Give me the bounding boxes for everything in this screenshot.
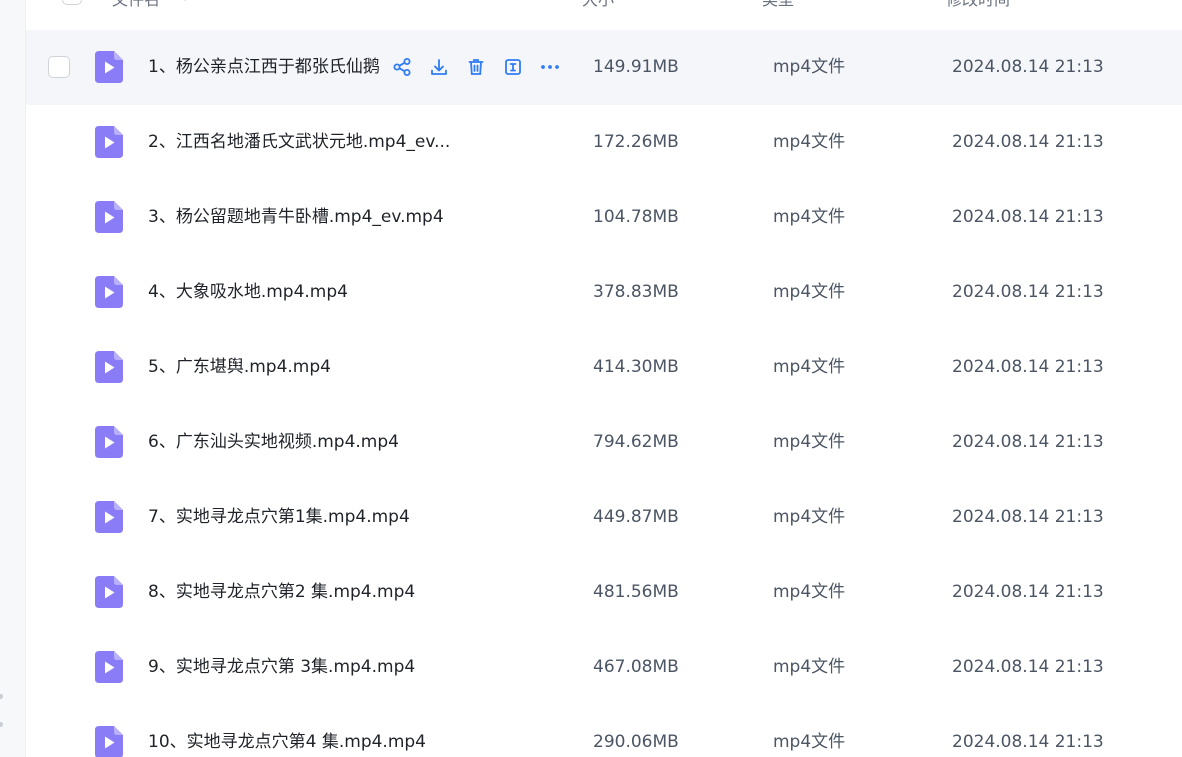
file-modified-time: 2024.08.14 21:13 — [952, 282, 1104, 302]
file-modified-time: 2024.08.14 21:13 — [952, 732, 1104, 752]
file-name[interactable]: 6、广东汕头实地视频.mp4.mp4 — [148, 431, 399, 453]
left-sidebar-edge — [0, 0, 26, 757]
video-file-icon — [95, 651, 123, 683]
file-type: mp4文件 — [773, 657, 846, 677]
file-size: 149.91MB — [593, 57, 679, 77]
table-row[interactable]: 4、大象吸水地.mp4.mp4 378.83MB mp4文件 2024.08.14 2… — [26, 255, 1182, 330]
file-modified-time: 2024.08.14 21:13 — [952, 507, 1104, 527]
table-row[interactable]: 8、实地寻龙点穴第2 集.mp4.mp4 481.56MB mp4文件 2024.08… — [26, 555, 1182, 630]
video-file-icon — [95, 426, 123, 458]
file-type: mp4文件 — [773, 207, 846, 227]
file-type: mp4文件 — [773, 357, 846, 377]
file-modified-time: 2024.08.14 21:13 — [952, 582, 1104, 602]
file-type: mp4文件 — [773, 732, 846, 752]
video-file-icon — [95, 126, 123, 158]
file-type: mp4文件 — [773, 507, 846, 527]
file-modified-time: 2024.08.14 21:13 — [952, 57, 1104, 77]
table-row[interactable]: 9、实地寻龙点穴第 3集.mp4.mp4 467.08MB mp4文件 2024.08… — [26, 630, 1182, 705]
select-all-checkbox[interactable] — [62, 0, 82, 5]
column-header-type[interactable]: 类型 — [762, 0, 794, 10]
file-name[interactable]: 9、实地寻龙点穴第 3集.mp4.mp4 — [148, 656, 415, 678]
video-file-icon — [95, 351, 123, 383]
file-modified-time: 2024.08.14 21:13 — [952, 207, 1104, 227]
video-file-icon — [95, 576, 123, 608]
file-size: 449.87MB — [593, 507, 679, 527]
download-icon[interactable] — [427, 55, 451, 79]
row-checkbox[interactable] — [48, 56, 70, 78]
table-row[interactable]: 5、广东堪舆.mp4.mp4 414.30MB mp4文件 2024.08.14 21… — [26, 330, 1182, 405]
video-file-icon — [95, 51, 123, 83]
file-type: mp4文件 — [773, 282, 846, 302]
file-size: 290.06MB — [593, 732, 679, 752]
file-name[interactable]: 4、大象吸水地.mp4.mp4 — [148, 281, 348, 303]
table-row[interactable]: 1、杨公亲点江西于都张氏仙鹅 149.91MB mp4文件 2024.08.14 21… — [26, 30, 1182, 105]
sort-icon[interactable]: ♦ — [178, 0, 192, 5]
file-type: mp4文件 — [773, 432, 846, 452]
file-size: 378.83MB — [593, 282, 679, 302]
file-size: 104.78MB — [593, 207, 679, 227]
file-name[interactable]: 8、实地寻龙点穴第2 集.mp4.mp4 — [148, 581, 415, 603]
file-table-body: 1、杨公亲点江西于都张氏仙鹅 149.91MB mp4文件 2024.08.14 21… — [26, 30, 1182, 757]
file-type: mp4文件 — [773, 57, 846, 77]
delete-icon[interactable] — [464, 55, 488, 79]
row-actions — [390, 55, 562, 79]
file-modified-time: 2024.08.14 21:13 — [952, 432, 1104, 452]
rename-icon[interactable] — [501, 55, 525, 79]
table-row[interactable]: 6、广东汕头实地视频.mp4.mp4 794.62MB mp4文件 2024.08.1… — [26, 405, 1182, 480]
column-header-name[interactable]: 文件名 — [112, 0, 160, 10]
video-file-icon — [95, 726, 123, 757]
table-header: 文件名 ♦ 大小 类型 修改时间 — [26, 0, 1182, 12]
column-header-size[interactable]: 大小 — [582, 0, 614, 10]
file-name[interactable]: 2、江西名地潘氏文武状元地.mp4_ev... — [148, 131, 450, 153]
file-name[interactable]: 3、杨公留题地青牛卧槽.mp4_ev.mp4 — [148, 206, 444, 228]
file-size: 414.30MB — [593, 357, 679, 377]
share-icon[interactable] — [390, 55, 414, 79]
file-modified-time: 2024.08.14 21:13 — [952, 657, 1104, 677]
column-header-modified[interactable]: 修改时间 — [946, 0, 1010, 10]
file-size: 467.08MB — [593, 657, 679, 677]
file-size: 172.26MB — [593, 132, 679, 152]
scroll-dot — [0, 722, 3, 727]
video-file-icon — [95, 501, 123, 533]
file-size: 481.56MB — [593, 582, 679, 602]
file-modified-time: 2024.08.14 21:13 — [952, 132, 1104, 152]
table-row[interactable]: 3、杨公留题地青牛卧槽.mp4_ev.mp4 104.78MB mp4文件 2024.… — [26, 180, 1182, 255]
file-size: 794.62MB — [593, 432, 679, 452]
table-row[interactable]: 7、实地寻龙点穴第1集.mp4.mp4 449.87MB mp4文件 2024.08.… — [26, 480, 1182, 555]
file-name[interactable]: 5、广东堪舆.mp4.mp4 — [148, 356, 331, 378]
file-name[interactable]: 7、实地寻龙点穴第1集.mp4.mp4 — [148, 506, 410, 528]
file-name[interactable]: 1、杨公亲点江西于都张氏仙鹅 — [148, 56, 384, 78]
table-row[interactable]: 2、江西名地潘氏文武状元地.mp4_ev... 172.26MB mp4文件 2024… — [26, 105, 1182, 180]
more-icon[interactable] — [538, 55, 562, 79]
video-file-icon — [95, 276, 123, 308]
file-type: mp4文件 — [773, 132, 846, 152]
scroll-dot — [0, 694, 3, 699]
file-list-view: 文件名 ♦ 大小 类型 修改时间 1、杨公亲点江西于都张氏仙鹅 149.91MB m… — [0, 0, 1182, 757]
file-modified-time: 2024.08.14 21:13 — [952, 357, 1104, 377]
table-row[interactable]: 10、实地寻龙点穴第4 集.mp4.mp4 290.06MB mp4文件 2024.0… — [26, 705, 1182, 757]
file-name[interactable]: 10、实地寻龙点穴第4 集.mp4.mp4 — [148, 731, 426, 753]
file-type: mp4文件 — [773, 582, 846, 602]
video-file-icon — [95, 201, 123, 233]
